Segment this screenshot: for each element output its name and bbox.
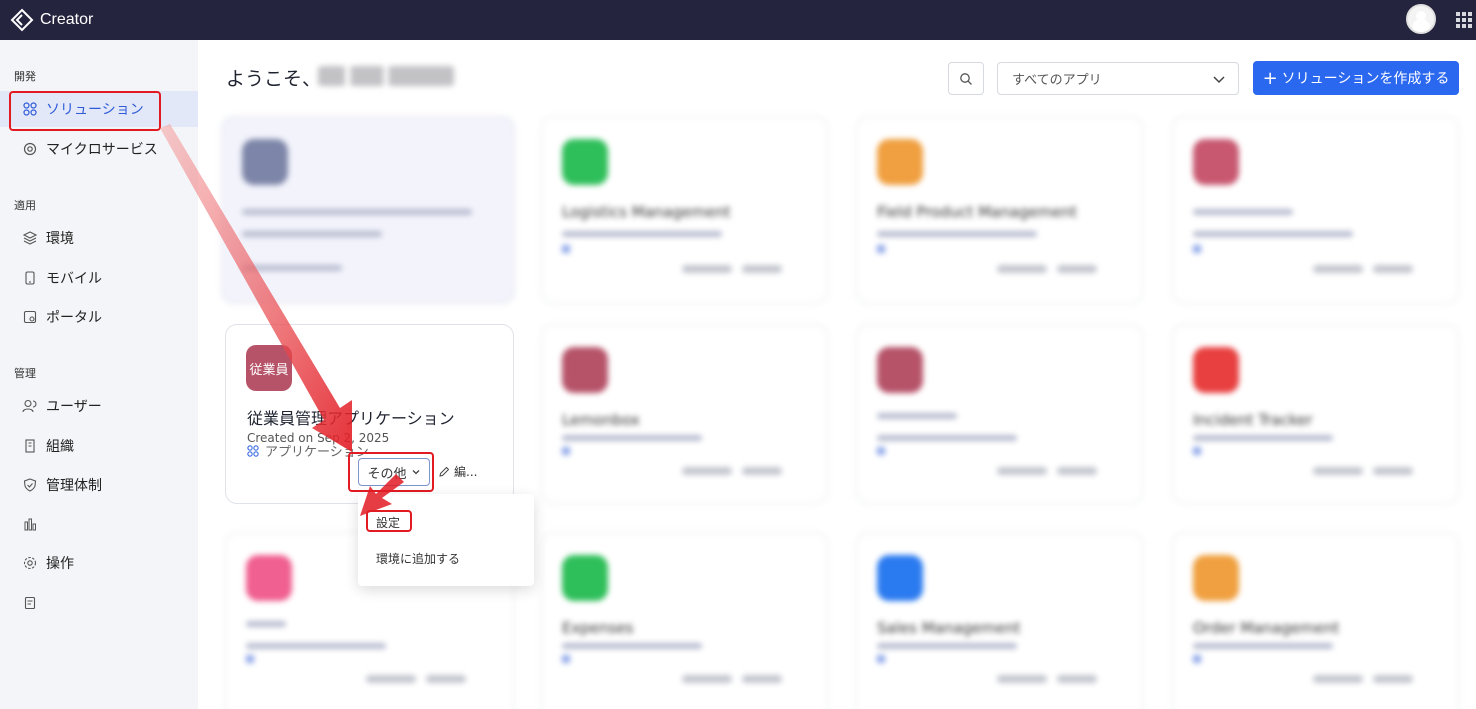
card-icon xyxy=(1193,139,1239,185)
search-button[interactable] xyxy=(948,62,984,95)
card-icon xyxy=(877,555,923,601)
sidebar-item-microservices[interactable]: マイクロサービス xyxy=(0,131,198,167)
section-label-apply: 適用 xyxy=(14,199,36,212)
creator-logo-icon xyxy=(10,8,34,32)
app-filter-value: すべてのアプリ xyxy=(1012,73,1102,88)
building-icon xyxy=(22,438,38,454)
card-title: Expenses xyxy=(562,619,634,637)
chevron-down-icon xyxy=(1213,76,1225,84)
search-icon xyxy=(960,72,972,85)
highlight-solutions xyxy=(9,91,161,131)
brand[interactable]: Creator xyxy=(10,8,93,32)
sidebar-item-label: 組織 xyxy=(46,439,74,455)
sidebar-item-logs[interactable] xyxy=(0,585,198,621)
more-dropdown-menu: 設定 環境に追加する xyxy=(358,494,534,586)
document-icon xyxy=(22,595,38,611)
sidebar-item-label: ポータル xyxy=(46,310,102,326)
card-icon xyxy=(1193,555,1239,601)
sidebar-item-users[interactable]: ユーザー xyxy=(0,388,198,424)
card-title: Lemonbox xyxy=(562,411,640,429)
card-icon xyxy=(877,347,923,393)
users-icon xyxy=(22,398,38,414)
welcome-username-redacted xyxy=(318,66,454,86)
card-title: Incident Tracker xyxy=(1193,411,1313,429)
sidebar-item-mobile[interactable]: モバイル xyxy=(0,260,198,296)
solution-card-blurred[interactable]: Incident Tracker xyxy=(1172,324,1459,504)
sidebar-item-environment[interactable]: 環境 xyxy=(0,220,198,256)
card-title: Sales Management xyxy=(877,619,1021,637)
solution-card-blurred[interactable] xyxy=(1172,116,1459,304)
highlight-settings xyxy=(366,510,412,532)
sidebar-item-governance[interactable]: 管理体制 xyxy=(0,467,198,503)
mobile-icon xyxy=(22,270,38,286)
apps-grid-icon[interactable] xyxy=(1456,12,1472,28)
solution-card-blurred[interactable]: Field Product Management xyxy=(856,116,1143,304)
card-icon xyxy=(562,347,608,393)
gear-icon xyxy=(22,555,38,571)
solution-card-blurred[interactable]: Sales Management xyxy=(856,532,1143,709)
card-icon xyxy=(562,555,608,601)
pencil-icon xyxy=(439,466,450,477)
grid-icon xyxy=(247,444,259,457)
sidebar-item-label: マイクロサービス xyxy=(46,142,158,158)
sidebar-item-label: ユーザー xyxy=(46,399,102,415)
sidebar-item-analytics[interactable] xyxy=(0,506,198,542)
card-icon: 従業員 xyxy=(246,345,292,391)
cloud-icon xyxy=(22,141,38,157)
solution-card-blurred[interactable]: Order Management xyxy=(1172,532,1459,709)
sidebar-item-label: 操作 xyxy=(46,556,74,572)
user-avatar[interactable] xyxy=(1406,4,1436,34)
welcome-text: ようこそ、 xyxy=(226,68,322,90)
sidebar-item-operations[interactable]: 操作 xyxy=(0,545,198,581)
card-icon xyxy=(562,139,608,185)
edit-button-label: 編... xyxy=(454,465,478,479)
plus-icon: + xyxy=(1262,67,1278,89)
top-bar: Creator xyxy=(0,0,1476,40)
sidebar-item-label: モバイル xyxy=(46,271,102,287)
sidebar-item-label: 環境 xyxy=(46,231,74,247)
shield-icon xyxy=(22,477,38,493)
card-icon xyxy=(1193,347,1239,393)
solution-card-blurred[interactable] xyxy=(856,324,1143,504)
card-title: Logistics Management xyxy=(562,203,731,221)
sidebar-item-organization[interactable]: 組織 xyxy=(0,428,198,464)
sidebar-item-portal[interactable]: ポータル xyxy=(0,299,198,335)
highlight-more-button xyxy=(348,452,434,492)
bar-chart-icon xyxy=(22,516,38,532)
section-label-admin: 管理 xyxy=(14,367,36,380)
solution-card-blurred[interactable]: Lemonbox xyxy=(541,324,828,504)
card-icon xyxy=(877,139,923,185)
edit-button[interactable]: 編... xyxy=(438,463,477,480)
portal-icon xyxy=(22,309,38,325)
sidebar: 開発 ソリューション マイクロサービス 適用 環境 モバイル ポータル 管理 ユ… xyxy=(0,40,198,709)
card-title: Field Product Management xyxy=(877,203,1077,221)
card-title: 従業員管理アプリケーション xyxy=(247,409,455,428)
solution-card-blurred[interactable] xyxy=(221,116,515,304)
create-solution-label: ソリューションを作成する xyxy=(1281,71,1450,87)
app-filter-select[interactable]: すべてのアプリ xyxy=(997,62,1239,95)
sidebar-item-label: 管理体制 xyxy=(46,478,102,494)
layers-icon xyxy=(22,230,38,246)
solution-card-blurred[interactable]: Expenses xyxy=(541,532,828,709)
solution-card-blurred[interactable]: Logistics Management xyxy=(541,116,828,304)
card-title: Order Management xyxy=(1193,619,1340,637)
brand-name: Creator xyxy=(40,11,94,28)
card-icon xyxy=(242,139,288,185)
section-label-dev: 開発 xyxy=(14,70,36,83)
menu-item-add-to-environment[interactable]: 環境に追加する xyxy=(376,550,460,567)
create-solution-button[interactable]: + ソリューションを作成する xyxy=(1253,61,1459,95)
card-icon xyxy=(246,555,292,601)
